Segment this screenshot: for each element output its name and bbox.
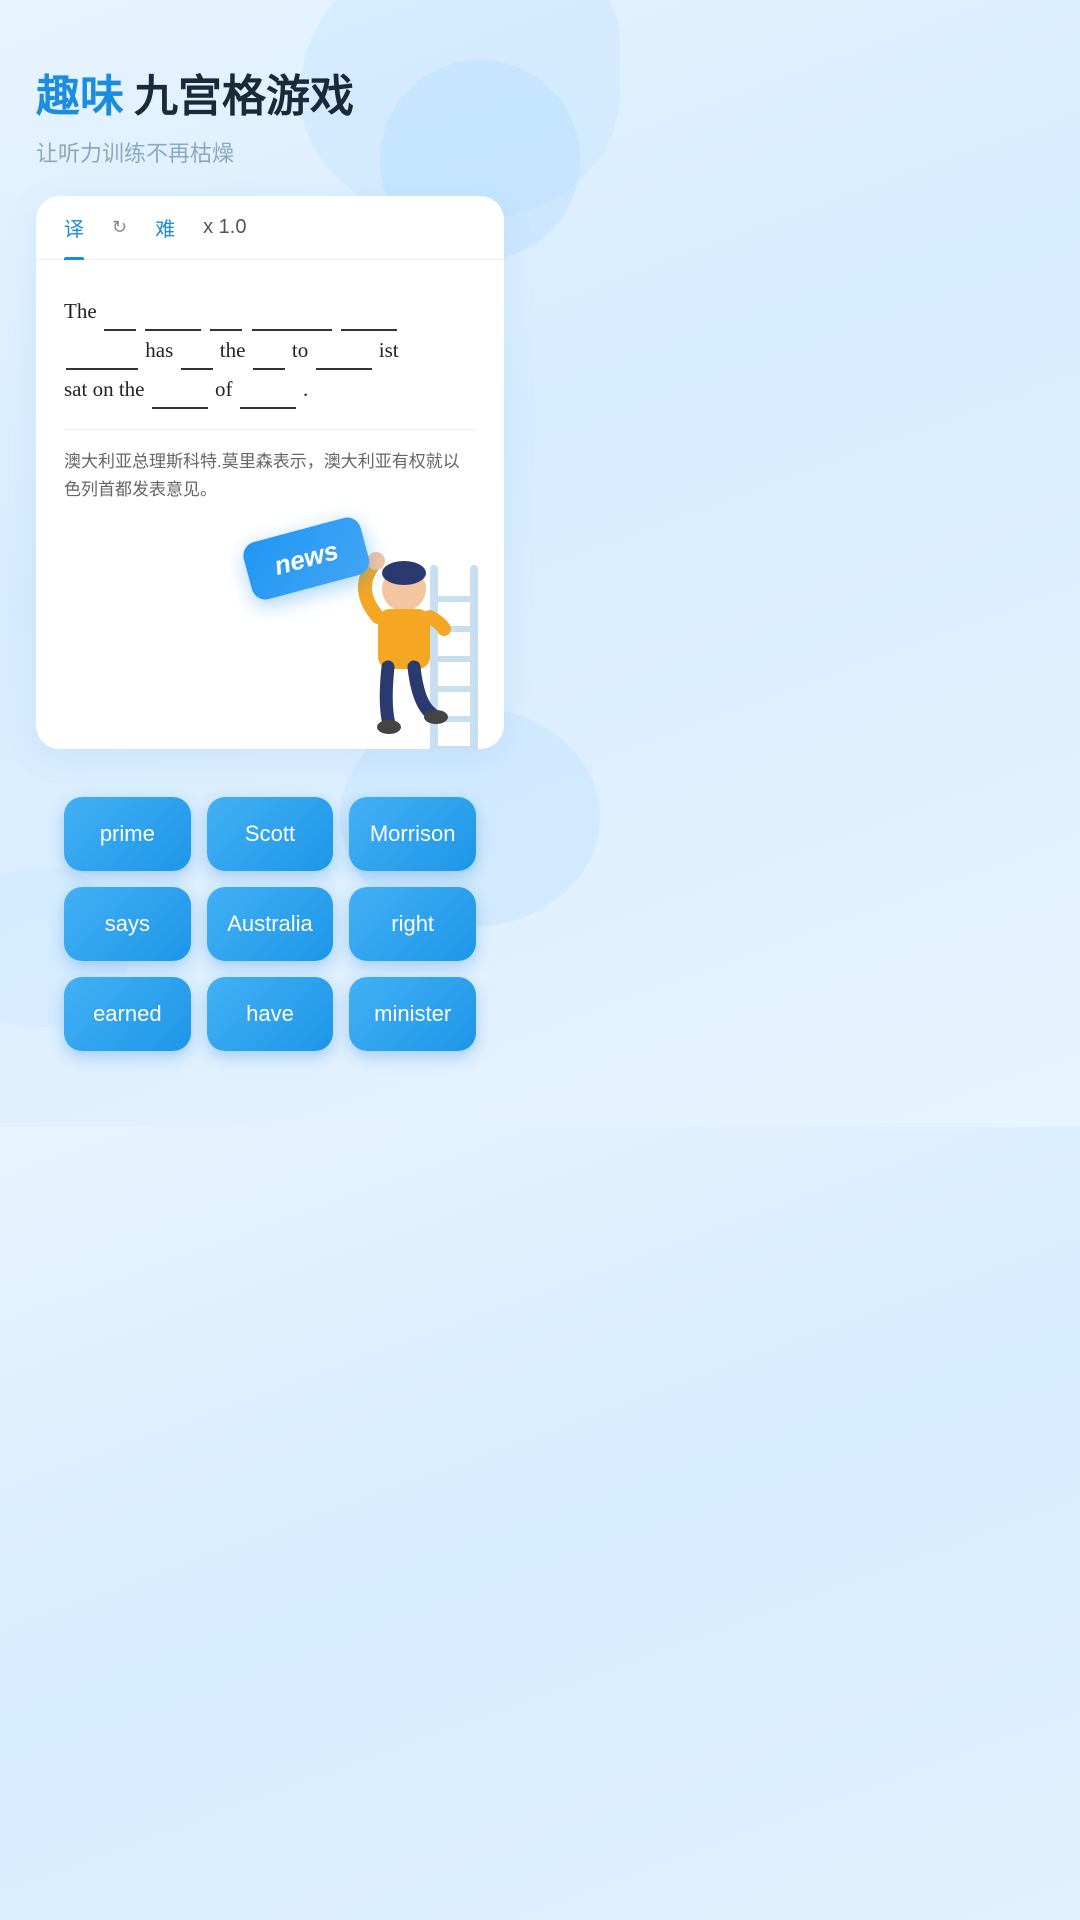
- word-btn-australia[interactable]: Australia: [207, 887, 334, 961]
- sentence-area: The has the to ist sat on the of: [36, 260, 504, 529]
- tab-speed[interactable]: x 1.0: [203, 196, 246, 260]
- sentence-text: The has the to ist sat on the of: [64, 292, 476, 409]
- word-btn-prime[interactable]: prime: [64, 797, 191, 871]
- word-btn-minister[interactable]: minister: [349, 977, 476, 1051]
- blank-8: [253, 348, 285, 370]
- word-btn-morrison[interactable]: Morrison: [349, 797, 476, 871]
- subtitle: 让听力训练不再枯燥: [36, 136, 504, 168]
- word-btn-says[interactable]: says: [64, 887, 191, 961]
- blank-2: [145, 309, 201, 331]
- tab-difficulty[interactable]: 难: [155, 196, 175, 260]
- word-btn-earned[interactable]: earned: [64, 977, 191, 1051]
- word-btn-scott[interactable]: Scott: [207, 797, 334, 871]
- title-main: 九宫格游戏: [134, 60, 354, 124]
- tab-translate[interactable]: 译: [64, 196, 84, 260]
- blank-11: [240, 387, 296, 409]
- blank-3: [210, 309, 242, 331]
- blank-9: [316, 348, 372, 370]
- blank-4: [252, 309, 332, 331]
- title-fun: 趣味: [36, 60, 124, 124]
- blank-1: [104, 309, 136, 331]
- blank-6: [66, 348, 138, 370]
- card-tabs: 译 ↻ 难 x 1.0: [36, 196, 504, 260]
- blank-10: [152, 387, 208, 409]
- title-row: 趣味 九宫格游戏: [36, 60, 504, 124]
- word-btn-have[interactable]: have: [207, 977, 334, 1051]
- word-grid: prime Scott Morrison says Australia righ…: [36, 777, 504, 1087]
- tiles-area: news: [36, 529, 504, 749]
- tab-refresh[interactable]: ↻: [112, 196, 127, 260]
- blank-5: [341, 309, 397, 331]
- translation-text: 澳大利亚总理斯科特.莫里森表示，澳大利亚有权就以色列首都发表意见。: [64, 429, 476, 506]
- blank-7: [181, 348, 213, 370]
- game-card: 译 ↻ 难 x 1.0 The has the: [36, 196, 504, 749]
- header: 趣味 九宫格游戏 让听力训练不再枯燥: [36, 60, 504, 168]
- word-btn-right[interactable]: right: [349, 887, 476, 961]
